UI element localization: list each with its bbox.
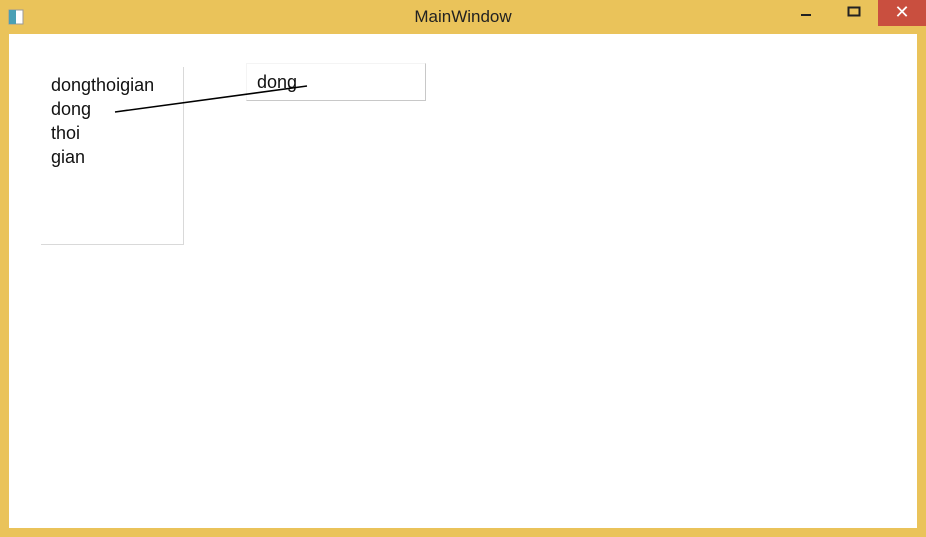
list-item[interactable]: dong: [51, 97, 173, 121]
close-icon: ✕: [894, 2, 909, 23]
window-title: MainWindow: [414, 7, 511, 27]
close-button[interactable]: ✕: [878, 0, 926, 26]
list-item[interactable]: thoi: [51, 121, 173, 145]
list-item[interactable]: dongthoigian: [51, 73, 173, 97]
list-item[interactable]: gian: [51, 145, 173, 169]
window-controls: ✕: [782, 0, 926, 28]
client-area: dongthoigian dong thoi gian dong: [9, 34, 917, 528]
maximize-button[interactable]: [830, 0, 878, 26]
listbox[interactable]: dongthoigian dong thoi gian: [41, 67, 184, 245]
minimize-button[interactable]: [782, 0, 830, 26]
textbox-value: dong: [257, 72, 297, 93]
app-icon: [0, 0, 32, 34]
titlebar: MainWindow ✕: [0, 0, 926, 34]
textbox[interactable]: dong: [246, 63, 426, 101]
